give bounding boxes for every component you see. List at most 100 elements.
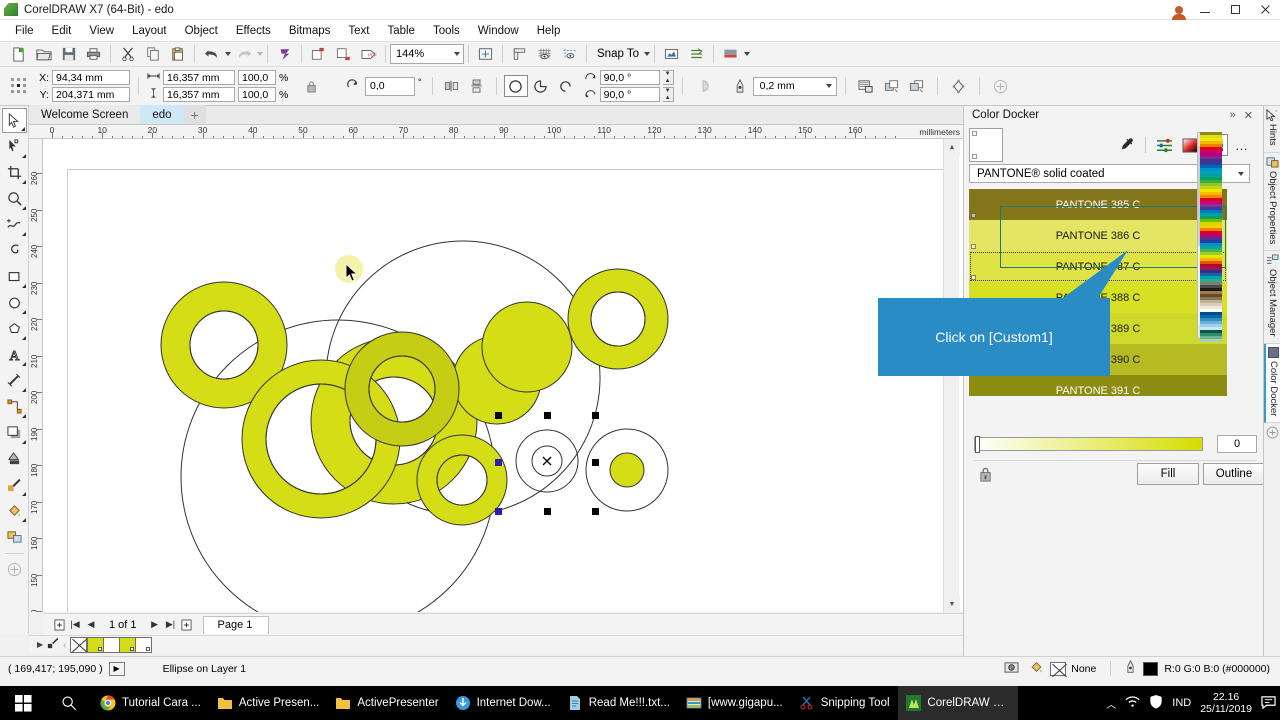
ellipse-tool[interactable]	[2, 290, 27, 315]
selection-handle[interactable]	[495, 508, 502, 515]
taskbar-app-internet-download-manager[interactable]: Internet Dow...	[447, 686, 559, 720]
drawing-canvas[interactable]	[43, 139, 963, 612]
taskbar-app-coreldraw[interactable]: CorelDRAW X...	[897, 686, 1018, 720]
tab-welcome-screen[interactable]: Welcome Screen	[29, 105, 141, 124]
ellipse-mode-icon[interactable]	[503, 75, 528, 97]
show-grid-icon[interactable]	[532, 42, 557, 66]
artwork-ring-inner-edge[interactable]	[590, 291, 646, 347]
fill-bucket-icon[interactable]	[1029, 660, 1044, 677]
artwork-ring[interactable]	[416, 434, 508, 526]
fullscreen-preview-icon[interactable]	[473, 42, 498, 66]
mirror-vertical-icon[interactable]	[464, 74, 489, 98]
prev-page-icon[interactable]: ◀	[83, 616, 99, 634]
corel-connect-icon[interactable]	[272, 42, 297, 66]
show-guidelines-icon[interactable]	[557, 42, 582, 66]
color-sliders-icon[interactable]	[1152, 134, 1176, 156]
vdock-tab-color-docker[interactable]: Color Docker	[1264, 343, 1280, 424]
menu-table[interactable]: Table	[378, 23, 424, 39]
save-disk-icon[interactable]	[56, 42, 81, 66]
arc-mode-icon[interactable]	[553, 74, 578, 98]
shield-icon[interactable]	[1149, 694, 1163, 712]
pie-mode-icon[interactable]	[528, 74, 553, 98]
menu-bitmaps[interactable]: Bitmaps	[280, 23, 340, 39]
menu-text[interactable]: Text	[339, 23, 378, 39]
export-icon[interactable]	[331, 42, 356, 66]
interactive-fill-tool[interactable]	[2, 498, 27, 523]
user-account-icon[interactable]	[1168, 0, 1190, 20]
menu-help[interactable]: Help	[528, 23, 570, 39]
taskbar-app-active-presen[interactable]: Active Presen...	[209, 686, 328, 720]
open-folder-icon[interactable]	[31, 42, 56, 66]
outline-pen-icon[interactable]	[1125, 659, 1136, 677]
transparency-tool[interactable]	[2, 446, 27, 471]
taskbar-app-readme-txt[interactable]: Read Me!!!.txt...	[559, 686, 678, 720]
eyedropper-icon[interactable]	[1115, 134, 1139, 156]
vdock-tab-object-manager[interactable]: Object Manager	[1264, 251, 1280, 344]
status-expand-icon[interactable]: ▶	[108, 661, 125, 676]
convert-outline-icon[interactable]	[946, 74, 971, 98]
height-input[interactable]: 16,357 mm	[163, 87, 235, 102]
end-angle-input[interactable]: 90,0 °	[599, 87, 660, 102]
vertical-ruler[interactable]: 260250240230220210200190180170160150140	[29, 139, 43, 612]
taskbar-app-chrome[interactable]: Tutorial Cara ...	[92, 686, 209, 720]
object-origin-icon[interactable]	[6, 74, 31, 98]
arc-direction-icon[interactable]	[691, 74, 716, 98]
lock-icon[interactable]	[978, 466, 994, 484]
artwork-circle[interactable]	[609, 452, 645, 488]
maximize-button[interactable]	[1220, 0, 1250, 20]
tint-slider-handle[interactable]	[975, 436, 980, 453]
undo-arrow-icon[interactable]	[199, 42, 224, 66]
tint-slider[interactable]	[974, 436, 1203, 453]
scissors-icon[interactable]	[115, 42, 140, 66]
horizontal-ruler[interactable]: millimeters 0 10 20 30 40 50 60 70 80 90 100 110 120…	[29, 125, 963, 139]
application-launcher-icon[interactable]	[718, 42, 743, 66]
collapse-docker-icon[interactable]: »	[1230, 109, 1236, 122]
menu-effects[interactable]: Effects	[227, 23, 280, 39]
windows-start-icon[interactable]	[0, 686, 46, 720]
end-angle-spinner[interactable]: ▼ ▲	[662, 87, 674, 102]
pantone-swatch-row[interactable]: PANTONE 386 C	[969, 220, 1227, 251]
width-input[interactable]: 16,357 mm	[163, 70, 235, 85]
scroll-down-icon[interactable]: ▼	[944, 596, 960, 612]
snap-to-caret[interactable]	[644, 52, 650, 56]
chevron-down-icon[interactable]	[1238, 171, 1244, 176]
object-styles-icon[interactable]	[684, 42, 709, 66]
snapshot-icon[interactable]	[1004, 661, 1019, 677]
taskbar-app-winrar[interactable]: [www.gigapu...	[678, 686, 791, 720]
pantone-swatch-row[interactable]: PANTONE 385 C	[969, 189, 1227, 220]
position-x-input[interactable]: 94,34 mm	[52, 70, 130, 85]
outline-button[interactable]: Outline	[1203, 463, 1265, 485]
pantone-swatch-row[interactable]: PANTONE 391 C	[969, 375, 1227, 396]
selection-handle[interactable]	[495, 459, 502, 466]
search-icon[interactable]	[46, 686, 92, 720]
redo-arrow-icon[interactable]	[231, 42, 256, 66]
scale-width-input[interactable]: 100,0	[238, 70, 276, 85]
shape-tool[interactable]	[2, 134, 27, 159]
menu-tools[interactable]: Tools	[424, 23, 469, 39]
menu-object[interactable]: Object	[176, 23, 227, 39]
show-rulers-icon[interactable]	[507, 42, 532, 66]
selection-handle[interactable]	[544, 508, 551, 515]
outline-width-combo[interactable]: 0,2 mm	[752, 76, 837, 96]
options-icon[interactable]	[659, 42, 684, 66]
add-page-after-icon[interactable]	[179, 616, 195, 634]
tab-edo[interactable]: edo	[140, 105, 184, 124]
pdf-icon[interactable]: PDF	[356, 42, 381, 66]
menu-layout[interactable]: Layout	[123, 23, 176, 39]
position-y-input[interactable]: 204,371 mm	[52, 87, 130, 102]
palette-expand-icon[interactable]: ‹	[63, 640, 66, 650]
start-angle-input[interactable]: 90,0 °	[599, 70, 660, 85]
smart-drawing-tool[interactable]	[2, 524, 27, 549]
vdock-tab-object-properties[interactable]: Object Properties	[1264, 153, 1280, 252]
page-tab-1[interactable]: Page 1	[202, 615, 270, 634]
selection-handle[interactable]	[592, 508, 599, 515]
pick-tool-flyout-arrow[interactable]	[20, 127, 25, 131]
printer-icon[interactable]	[81, 42, 106, 66]
no-color-swatch[interactable]	[70, 636, 88, 653]
lock-ratio-icon[interactable]	[299, 74, 324, 98]
menu-view[interactable]: View	[80, 23, 123, 39]
drop-shadow-tool[interactable]	[2, 420, 27, 445]
rotation-angle-input[interactable]: 0,0	[365, 76, 415, 96]
add-document-tab-button[interactable]: +	[183, 105, 206, 124]
language-indicator[interactable]: IND	[1172, 697, 1191, 709]
